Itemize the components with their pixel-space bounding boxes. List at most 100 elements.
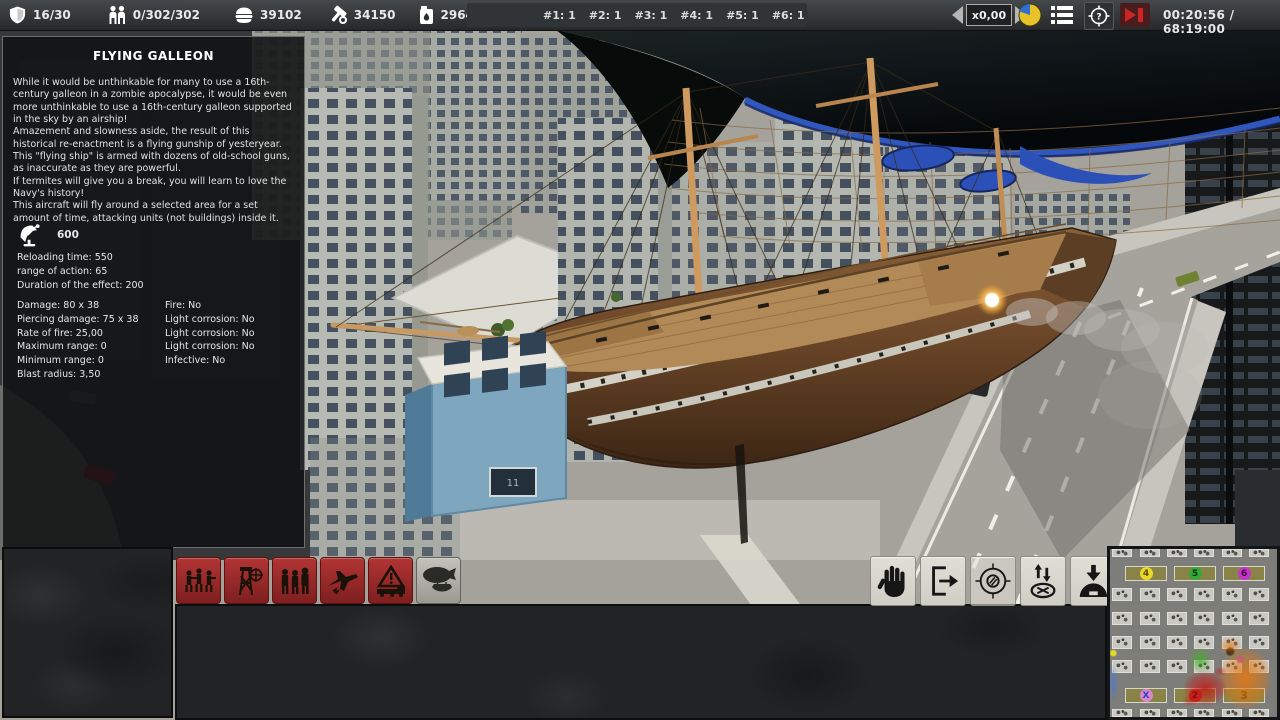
minimap-block — [1140, 636, 1160, 649]
panel-title: FLYING GALLEON — [11, 49, 296, 63]
food-icon — [234, 6, 254, 24]
minimap-block — [1222, 636, 1242, 649]
stat-line: Damage: 80 x 38 — [17, 299, 147, 313]
minimap-block — [1167, 549, 1187, 557]
minimap-block — [1140, 588, 1160, 601]
altitude-button[interactable] — [1020, 556, 1066, 606]
minimap-block — [1194, 709, 1214, 717]
minimap-block — [1249, 612, 1269, 625]
game-clock: 00:20:56 / 68:19:00 — [1163, 8, 1280, 36]
minimap-zone-2: 2 — [1174, 688, 1216, 703]
toolbar-flying-galleon-button[interactable] — [416, 557, 461, 604]
minimap-block — [1222, 709, 1242, 717]
target-area-icon — [975, 562, 1011, 600]
resource-defense: 16/30 — [8, 5, 71, 25]
zone-label: X — [1140, 689, 1153, 702]
stat-line: Light corrosion: No — [165, 340, 295, 354]
toolbar-airstrike-button[interactable] — [320, 557, 365, 604]
crosshair-help-icon[interactable]: ? — [1084, 2, 1114, 30]
stat-line: Minimum range: 0 — [17, 354, 147, 368]
zone-label: 3 — [1238, 689, 1251, 702]
squad-3[interactable]: #3: 1 — [635, 9, 668, 22]
stop-button[interactable] — [870, 556, 916, 606]
info-panel: FLYING GALLEON While it would be unthink… — [2, 36, 305, 548]
minimap-block — [1222, 660, 1242, 673]
minimap-block — [1112, 588, 1132, 601]
airstrike-icon — [325, 564, 361, 598]
exit-button[interactable] — [920, 556, 966, 606]
speed-value[interactable]: x0,00 — [966, 4, 1012, 26]
minimap-block — [1112, 549, 1132, 557]
minimap-block — [1140, 549, 1160, 557]
minimap-block — [1167, 588, 1187, 601]
minimap-block — [1249, 549, 1269, 557]
stop-hand-icon — [876, 562, 910, 600]
bottom-left-panel — [2, 547, 173, 718]
play-pause-icon[interactable] — [1120, 3, 1150, 27]
zone-label: 2 — [1189, 689, 1202, 702]
resource-food: 39102 — [234, 6, 302, 24]
minimap-zone-x: X — [1125, 688, 1167, 703]
stat-line: Light corrosion: No — [165, 327, 295, 341]
squad-4[interactable]: #4: 1 — [680, 9, 713, 22]
minimap-block — [1167, 612, 1187, 625]
target-area-button[interactable] — [970, 556, 1016, 606]
minimap-zone-6: 6 — [1223, 566, 1265, 581]
stat-line: Light corrosion: No — [165, 313, 295, 327]
stat-line: Piercing damage: 75 x 38 — [17, 313, 147, 327]
stat-line: Reloading time: 550 — [17, 251, 144, 265]
toolbar-hazard-convoy-button[interactable] — [368, 557, 413, 604]
minimap-block — [1112, 660, 1132, 673]
minimap-block — [1249, 588, 1269, 601]
resource-value: 34150 — [354, 8, 396, 22]
minimap-block — [1194, 588, 1214, 601]
resource-value: 16/30 — [33, 8, 71, 22]
speed-down-arrow[interactable] — [952, 6, 963, 24]
list-icon[interactable] — [1050, 4, 1074, 26]
squad-6[interactable]: #6: 1 — [772, 9, 805, 22]
minimap-block — [1194, 636, 1214, 649]
bottom-center-panel — [175, 604, 1107, 720]
minimap-block — [1140, 612, 1160, 625]
panel-stats-general: Reloading time: 550 range of action: 65 … — [17, 251, 144, 292]
toolbar-watchtower-button[interactable] — [224, 557, 269, 604]
toolbar-heavy-squad-button[interactable] — [272, 557, 317, 604]
game-screen: 11 16/30 0/302/302 39102 34150 29645 655… — [0, 0, 1280, 720]
land-icon — [1076, 562, 1110, 600]
blue-building: 11 — [405, 331, 566, 522]
speed-control: x0,00 — [952, 4, 1026, 26]
svg-text:?: ? — [1096, 13, 1101, 23]
pie-chart-icon[interactable] — [1018, 3, 1042, 27]
unit-toolbar — [176, 557, 461, 604]
squad-2[interactable]: #2: 1 — [589, 9, 622, 22]
squad-icon — [181, 564, 217, 598]
minimap-block — [1112, 636, 1132, 649]
stat-line: Rate of fire: 25,00 — [17, 327, 147, 341]
action-buttons — [870, 556, 1116, 606]
toolbar-squad-button[interactable] — [176, 557, 221, 604]
minimap-zone-3: 3 — [1223, 688, 1265, 703]
panel-cost: 600 — [17, 222, 79, 248]
stat-line: Fire: No — [165, 299, 295, 313]
minimap-block — [1167, 660, 1187, 673]
squad-bar: #1: 1 #2: 1 #3: 1 #4: 1 #5: 1 #6: 1 — [467, 3, 807, 27]
panel-stats-columns: Damage: 80 x 38 Piercing damage: 75 x 38… — [17, 299, 295, 382]
exit-icon — [926, 562, 960, 600]
stat-line: Maximum range: 0 — [17, 340, 147, 354]
minimap-block — [1194, 612, 1214, 625]
minimap-block — [1112, 709, 1132, 717]
people-icon — [107, 5, 127, 25]
minimap-block — [1249, 660, 1269, 673]
squad-5[interactable]: #5: 1 — [726, 9, 759, 22]
minimap-block — [1194, 549, 1214, 557]
stat-line: Duration of the effect: 200 — [17, 279, 144, 293]
minimap-block — [1249, 709, 1269, 717]
building-sign: 11 — [507, 478, 520, 489]
minimap-block — [1194, 660, 1214, 673]
minimap[interactable]: 4 5 6 X 2 3 — [1107, 546, 1280, 720]
panel-description: While it would be unthinkable for many t… — [13, 77, 294, 225]
squad-1[interactable]: #1: 1 — [543, 9, 576, 22]
zone-label: 6 — [1238, 567, 1251, 580]
minimap-zone-4: 4 — [1125, 566, 1167, 581]
fuel-icon — [418, 5, 435, 25]
